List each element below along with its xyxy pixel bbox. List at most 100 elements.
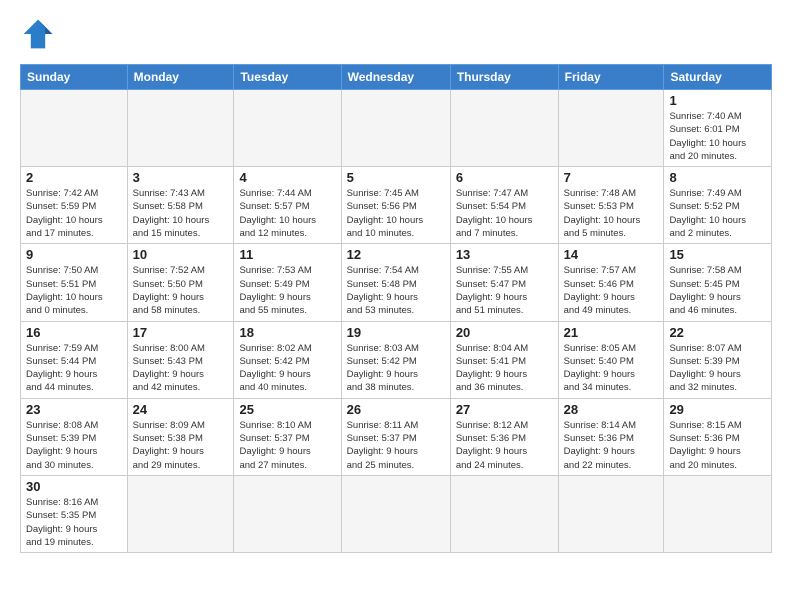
calendar-cell: 15 Sunrise: 7:58 AM Sunset: 5:45 PM Dayli… bbox=[664, 244, 772, 321]
calendar-cell bbox=[558, 90, 664, 167]
day-number: 29 bbox=[669, 402, 766, 417]
weekday-header-wednesday: Wednesday bbox=[341, 65, 450, 90]
day-number: 15 bbox=[669, 247, 766, 262]
day-info: Sunrise: 7:59 AM Sunset: 5:44 PM Dayligh… bbox=[26, 342, 122, 395]
logo-icon bbox=[20, 16, 56, 52]
calendar-cell bbox=[21, 90, 128, 167]
week-row-1: 1 Sunrise: 7:40 AM Sunset: 6:01 PM Daylig… bbox=[21, 90, 772, 167]
day-info: Sunrise: 7:45 AM Sunset: 5:56 PM Dayligh… bbox=[347, 187, 445, 240]
calendar-cell: 22 Sunrise: 8:07 AM Sunset: 5:39 PM Dayli… bbox=[664, 321, 772, 398]
calendar-cell bbox=[127, 90, 234, 167]
week-row-5: 23 Sunrise: 8:08 AM Sunset: 5:39 PM Dayli… bbox=[21, 398, 772, 475]
calendar-cell: 7 Sunrise: 7:48 AM Sunset: 5:53 PM Daylig… bbox=[558, 167, 664, 244]
calendar-cell bbox=[234, 90, 341, 167]
day-info: Sunrise: 8:08 AM Sunset: 5:39 PM Dayligh… bbox=[26, 419, 122, 472]
calendar-cell bbox=[341, 90, 450, 167]
week-row-3: 9Sunrise: 7:50 AM Sunset: 5:51 PM Daylig… bbox=[21, 244, 772, 321]
calendar-cell: 5 Sunrise: 7:45 AM Sunset: 5:56 PM Daylig… bbox=[341, 167, 450, 244]
calendar-cell: 23 Sunrise: 8:08 AM Sunset: 5:39 PM Dayli… bbox=[21, 398, 128, 475]
day-info: Sunrise: 7:48 AM Sunset: 5:53 PM Dayligh… bbox=[564, 187, 659, 240]
calendar-cell: 19 Sunrise: 8:03 AM Sunset: 5:42 PM Dayli… bbox=[341, 321, 450, 398]
week-row-2: 2Sunrise: 7:42 AM Sunset: 5:59 PM Daylig… bbox=[21, 167, 772, 244]
calendar-cell: 12Sunrise: 7:54 AM Sunset: 5:48 PM Dayli… bbox=[341, 244, 450, 321]
day-info: Sunrise: 7:47 AM Sunset: 5:54 PM Dayligh… bbox=[456, 187, 553, 240]
day-number: 22 bbox=[669, 325, 766, 340]
calendar-page: SundayMondayTuesdayWednesdayThursdayFrid… bbox=[0, 0, 792, 612]
day-info: Sunrise: 8:15 AM Sunset: 5:36 PM Dayligh… bbox=[669, 419, 766, 472]
day-info: Sunrise: 8:10 AM Sunset: 5:37 PM Dayligh… bbox=[239, 419, 335, 472]
day-number: 27 bbox=[456, 402, 553, 417]
calendar-cell bbox=[127, 475, 234, 552]
calendar-cell: 26 Sunrise: 8:11 AM Sunset: 5:37 PM Dayli… bbox=[341, 398, 450, 475]
header bbox=[20, 16, 772, 52]
calendar-cell: 13Sunrise: 7:55 AM Sunset: 5:47 PM Dayli… bbox=[450, 244, 558, 321]
day-number: 18 bbox=[239, 325, 335, 340]
day-info: Sunrise: 8:04 AM Sunset: 5:41 PM Dayligh… bbox=[456, 342, 553, 395]
day-number: 28 bbox=[564, 402, 659, 417]
day-info: Sunrise: 8:00 AM Sunset: 5:43 PM Dayligh… bbox=[133, 342, 229, 395]
calendar-cell: 3Sunrise: 7:43 AM Sunset: 5:58 PM Daylig… bbox=[127, 167, 234, 244]
calendar-cell: 14 Sunrise: 7:57 AM Sunset: 5:46 PM Dayli… bbox=[558, 244, 664, 321]
day-info: Sunrise: 7:57 AM Sunset: 5:46 PM Dayligh… bbox=[564, 264, 659, 317]
calendar-cell bbox=[341, 475, 450, 552]
day-number: 25 bbox=[239, 402, 335, 417]
weekday-header-saturday: Saturday bbox=[664, 65, 772, 90]
day-number: 1 bbox=[669, 93, 766, 108]
calendar-cell: 28 Sunrise: 8:14 AM Sunset: 5:36 PM Dayli… bbox=[558, 398, 664, 475]
calendar-cell: 27Sunrise: 8:12 AM Sunset: 5:36 PM Dayli… bbox=[450, 398, 558, 475]
day-info: Sunrise: 8:03 AM Sunset: 5:42 PM Dayligh… bbox=[347, 342, 445, 395]
calendar-cell: 17 Sunrise: 8:00 AM Sunset: 5:43 PM Dayli… bbox=[127, 321, 234, 398]
day-number: 16 bbox=[26, 325, 122, 340]
calendar-cell: 8 Sunrise: 7:49 AM Sunset: 5:52 PM Daylig… bbox=[664, 167, 772, 244]
day-info: Sunrise: 8:05 AM Sunset: 5:40 PM Dayligh… bbox=[564, 342, 659, 395]
day-info: Sunrise: 7:44 AM Sunset: 5:57 PM Dayligh… bbox=[239, 187, 335, 240]
week-row-6: 30Sunrise: 8:16 AM Sunset: 5:35 PM Dayli… bbox=[21, 475, 772, 552]
calendar-cell: 9Sunrise: 7:50 AM Sunset: 5:51 PM Daylig… bbox=[21, 244, 128, 321]
day-number: 8 bbox=[669, 170, 766, 185]
day-info: Sunrise: 7:54 AM Sunset: 5:48 PM Dayligh… bbox=[347, 264, 445, 317]
day-info: Sunrise: 7:58 AM Sunset: 5:45 PM Dayligh… bbox=[669, 264, 766, 317]
day-info: Sunrise: 8:16 AM Sunset: 5:35 PM Dayligh… bbox=[26, 496, 122, 549]
day-number: 10 bbox=[133, 247, 229, 262]
day-info: Sunrise: 7:40 AM Sunset: 6:01 PM Dayligh… bbox=[669, 110, 766, 163]
day-info: Sunrise: 8:07 AM Sunset: 5:39 PM Dayligh… bbox=[669, 342, 766, 395]
day-number: 21 bbox=[564, 325, 659, 340]
calendar-cell: 21 Sunrise: 8:05 AM Sunset: 5:40 PM Dayli… bbox=[558, 321, 664, 398]
day-info: Sunrise: 7:49 AM Sunset: 5:52 PM Dayligh… bbox=[669, 187, 766, 240]
calendar-table: SundayMondayTuesdayWednesdayThursdayFrid… bbox=[20, 64, 772, 553]
day-number: 23 bbox=[26, 402, 122, 417]
calendar-cell: 2Sunrise: 7:42 AM Sunset: 5:59 PM Daylig… bbox=[21, 167, 128, 244]
calendar-cell bbox=[234, 475, 341, 552]
day-number: 26 bbox=[347, 402, 445, 417]
day-info: Sunrise: 8:11 AM Sunset: 5:37 PM Dayligh… bbox=[347, 419, 445, 472]
day-number: 7 bbox=[564, 170, 659, 185]
day-number: 14 bbox=[564, 247, 659, 262]
calendar-cell: 6 Sunrise: 7:47 AM Sunset: 5:54 PM Daylig… bbox=[450, 167, 558, 244]
calendar-cell: 4Sunrise: 7:44 AM Sunset: 5:57 PM Daylig… bbox=[234, 167, 341, 244]
day-number: 19 bbox=[347, 325, 445, 340]
day-info: Sunrise: 7:52 AM Sunset: 5:50 PM Dayligh… bbox=[133, 264, 229, 317]
logo bbox=[20, 16, 60, 52]
day-number: 17 bbox=[133, 325, 229, 340]
weekday-header-thursday: Thursday bbox=[450, 65, 558, 90]
calendar-cell: 30Sunrise: 8:16 AM Sunset: 5:35 PM Dayli… bbox=[21, 475, 128, 552]
day-number: 5 bbox=[347, 170, 445, 185]
day-info: Sunrise: 8:14 AM Sunset: 5:36 PM Dayligh… bbox=[564, 419, 659, 472]
day-number: 13 bbox=[456, 247, 553, 262]
day-number: 11 bbox=[239, 247, 335, 262]
calendar-cell: 25 Sunrise: 8:10 AM Sunset: 5:37 PM Dayli… bbox=[234, 398, 341, 475]
day-info: Sunrise: 7:53 AM Sunset: 5:49 PM Dayligh… bbox=[239, 264, 335, 317]
day-info: Sunrise: 8:09 AM Sunset: 5:38 PM Dayligh… bbox=[133, 419, 229, 472]
calendar-cell: 11 Sunrise: 7:53 AM Sunset: 5:49 PM Dayli… bbox=[234, 244, 341, 321]
calendar-cell: 10 Sunrise: 7:52 AM Sunset: 5:50 PM Dayli… bbox=[127, 244, 234, 321]
day-info: Sunrise: 7:43 AM Sunset: 5:58 PM Dayligh… bbox=[133, 187, 229, 240]
calendar-cell bbox=[450, 475, 558, 552]
day-number: 6 bbox=[456, 170, 553, 185]
calendar-cell: 24Sunrise: 8:09 AM Sunset: 5:38 PM Dayli… bbox=[127, 398, 234, 475]
calendar-cell: 20Sunrise: 8:04 AM Sunset: 5:41 PM Dayli… bbox=[450, 321, 558, 398]
weekday-header-friday: Friday bbox=[558, 65, 664, 90]
weekday-header-row: SundayMondayTuesdayWednesdayThursdayFrid… bbox=[21, 65, 772, 90]
calendar-cell bbox=[558, 475, 664, 552]
calendar-cell bbox=[664, 475, 772, 552]
weekday-header-sunday: Sunday bbox=[21, 65, 128, 90]
